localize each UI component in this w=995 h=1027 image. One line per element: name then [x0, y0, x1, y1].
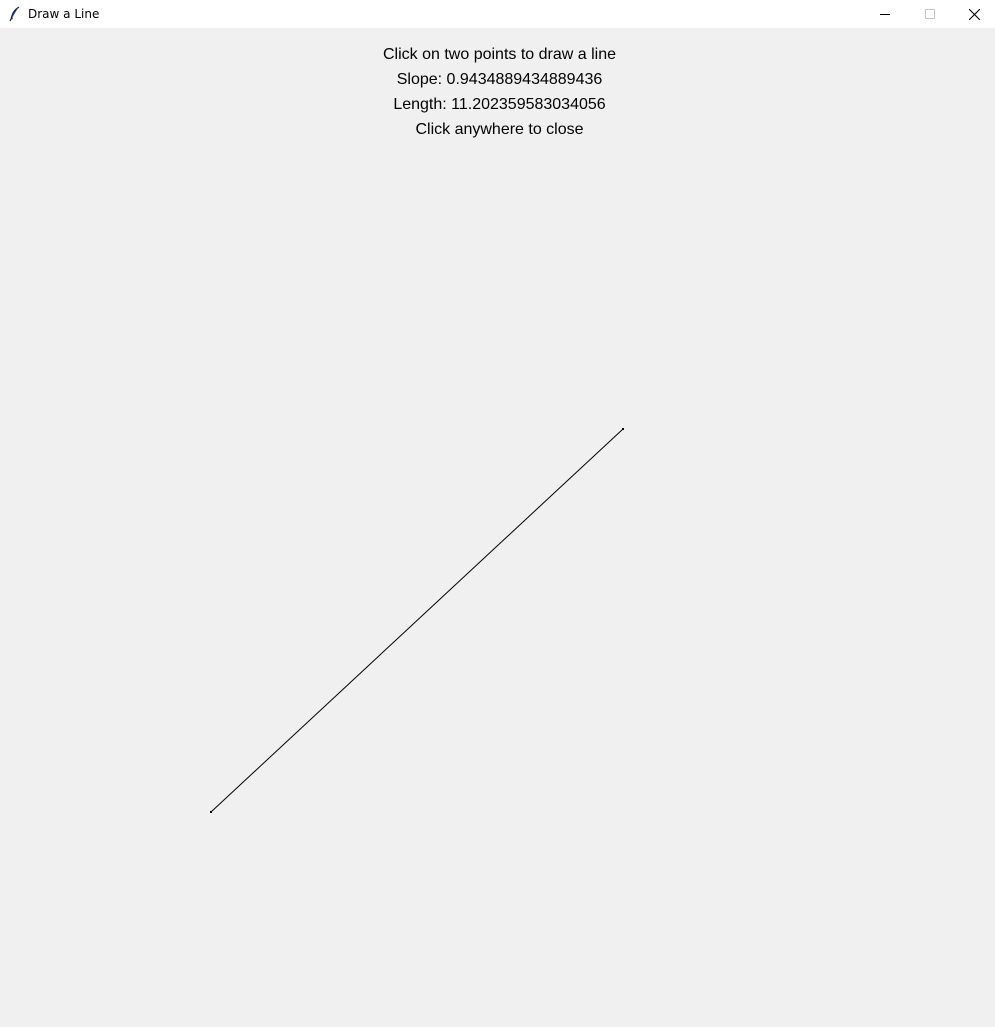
line-canvas[interactable] — [0, 28, 995, 1027]
close-hint-label: Click anywhere to close — [415, 121, 584, 138]
drawn-line — [210, 428, 624, 813]
maximize-button[interactable] — [907, 0, 952, 28]
window-title: Draw a Line — [28, 7, 100, 21]
line-end-point — [622, 428, 624, 430]
info-labels: Click on two points to draw a line Slope… — [0, 42, 995, 142]
line-start-point — [210, 811, 212, 813]
drawing-area[interactable]: Click on two points to draw a line Slope… — [0, 28, 995, 1027]
instruction-label: Click on two points to draw a line — [383, 46, 616, 63]
maximize-icon — [924, 9, 935, 19]
minimize-button[interactable] — [862, 0, 907, 28]
app-window: Draw a Line Click on two points to draw … — [0, 0, 995, 1027]
length-label: Length: 11.202359583034056 — [393, 96, 606, 113]
close-icon — [969, 8, 980, 20]
minimize-icon — [879, 9, 890, 19]
slope-label: Slope: 0.9434889434889436 — [396, 71, 603, 88]
title-bar[interactable]: Draw a Line — [0, 0, 995, 28]
close-button[interactable] — [952, 0, 995, 28]
feather-icon — [8, 6, 22, 22]
